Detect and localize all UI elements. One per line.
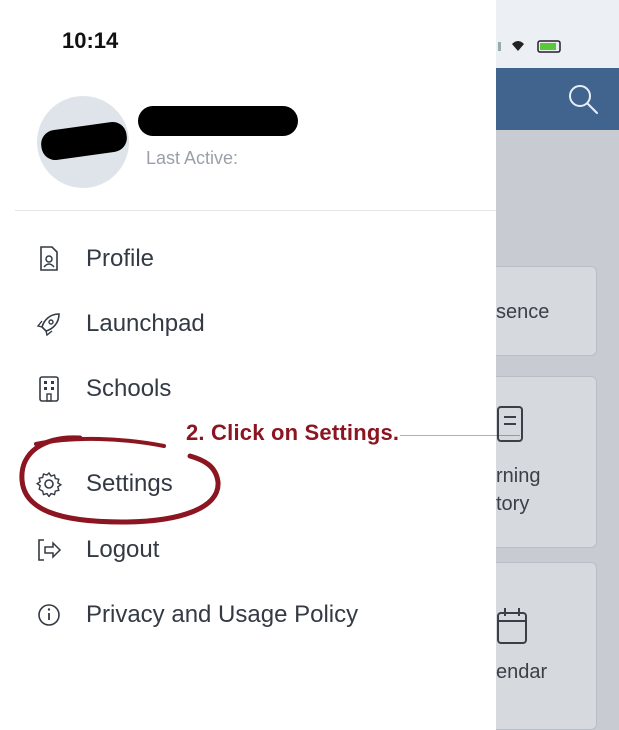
building-icon bbox=[36, 376, 62, 402]
book-icon bbox=[497, 406, 523, 442]
divider bbox=[15, 210, 496, 211]
redaction-mark bbox=[39, 120, 129, 162]
background-card-text: sence bbox=[496, 301, 550, 323]
background-card-learning-history[interactable]: rning tory bbox=[496, 376, 597, 548]
last-active-label: Last Active: bbox=[146, 148, 239, 168]
search-icon[interactable] bbox=[566, 82, 600, 116]
annotation-line bbox=[400, 435, 520, 436]
menu-item-profile[interactable]: Profile bbox=[36, 237, 154, 281]
menu-item-label: Schools bbox=[86, 375, 172, 402]
rocket-icon bbox=[36, 311, 62, 337]
redacted-username bbox=[138, 106, 298, 136]
menu-item-logout[interactable]: Logout bbox=[36, 528, 159, 572]
navigation-drawer: 10:14 Last Active: Profile Launchpad Sch… bbox=[0, 0, 496, 730]
menu-item-label: Privacy and Usage Policy bbox=[86, 601, 359, 628]
status-time: 10:14 bbox=[62, 28, 119, 53]
background-card-text: endar bbox=[496, 661, 548, 683]
menu-item-label: Launchpad bbox=[86, 310, 205, 337]
profile-icon bbox=[36, 246, 62, 272]
background-card-calendar[interactable]: endar bbox=[496, 562, 597, 730]
background-card-presence[interactable]: sence bbox=[496, 266, 597, 356]
avatar[interactable] bbox=[37, 96, 129, 188]
menu-item-schools[interactable]: Schools bbox=[36, 367, 171, 411]
calendar-icon bbox=[497, 608, 527, 644]
background-card-text: tory bbox=[496, 493, 530, 515]
menu-item-privacy-policy[interactable]: Privacy and Usage Policy bbox=[36, 593, 358, 637]
background-card-text: rning bbox=[496, 465, 541, 487]
background-header bbox=[496, 68, 619, 130]
logout-icon bbox=[36, 537, 62, 563]
annotation-circle bbox=[19, 435, 221, 525]
background-app: sence rning tory endar bbox=[496, 0, 619, 730]
menu-item-label: Profile bbox=[86, 245, 155, 272]
status-icons bbox=[496, 38, 588, 59]
info-icon bbox=[36, 602, 62, 628]
menu-item-label: Logout bbox=[86, 536, 160, 563]
menu-item-launchpad[interactable]: Launchpad bbox=[36, 302, 205, 346]
